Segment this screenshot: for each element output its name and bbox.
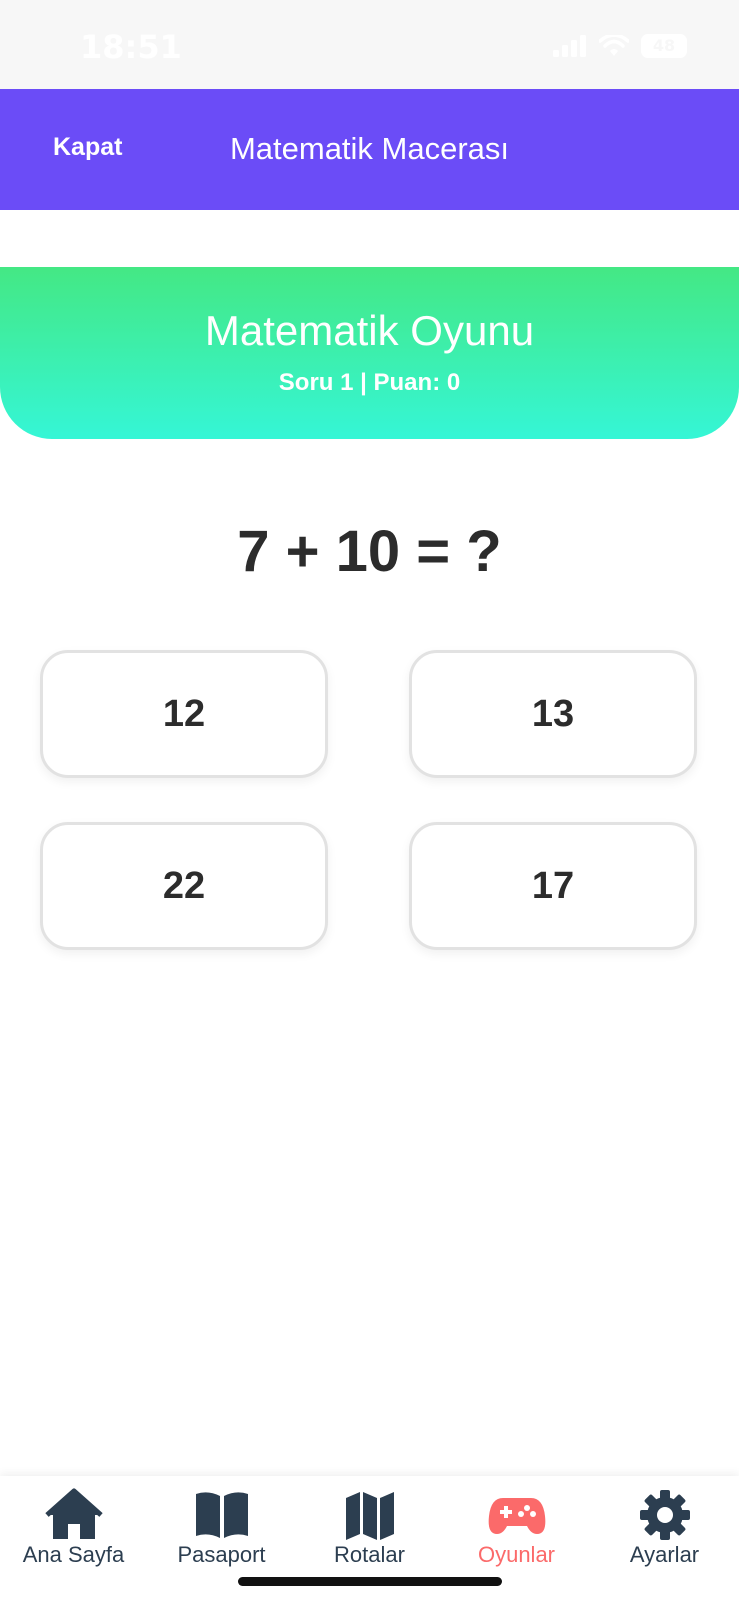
home-icon	[44, 1488, 103, 1539]
game-header: Matematik Oyunu Soru 1 | Puan: 0	[0, 267, 739, 439]
status-time: 18:51	[80, 28, 182, 66]
tab-label: Ayarlar	[629, 1542, 700, 1567]
home-indicator	[238, 1577, 502, 1586]
tab-label: Ana Sayfa	[22, 1542, 125, 1567]
map-icon	[345, 1492, 394, 1540]
tab-label: Pasaport	[177, 1542, 266, 1567]
answer-button[interactable]: 12	[40, 650, 328, 778]
battery-icon: 48	[641, 34, 687, 58]
tab-settings[interactable]: Ayarlar	[591, 1488, 738, 1588]
gamepad-icon	[488, 1498, 545, 1534]
wifi-icon	[599, 35, 629, 56]
status-icons: 48	[553, 34, 687, 58]
tab-label: Rotalar	[334, 1542, 405, 1567]
tab-games[interactable]: Oyunlar	[443, 1488, 590, 1588]
status-bar: 18:51 48	[0, 0, 739, 89]
tab-routes[interactable]: Rotalar	[296, 1488, 443, 1588]
answer-button[interactable]: 22	[40, 822, 328, 950]
answer-button[interactable]: 13	[409, 650, 697, 778]
gear-icon	[639, 1490, 690, 1540]
score-info: Soru 1 | Puan: 0	[278, 369, 461, 396]
answer-button[interactable]: 17	[409, 822, 697, 950]
game-title: Matematik Oyunu	[204, 307, 535, 354]
tab-home[interactable]: Ana Sayfa	[0, 1488, 147, 1588]
book-icon	[195, 1492, 248, 1538]
page-title: Matematik Macerası	[229, 131, 510, 166]
tab-label: Oyunlar	[477, 1542, 556, 1567]
navigation-bar: Kapat Matematik Macerası	[0, 89, 739, 210]
signal-icon	[553, 35, 586, 57]
tab-passport[interactable]: Pasaport	[148, 1488, 295, 1588]
question-text: 7 + 10 = ?	[237, 519, 502, 584]
